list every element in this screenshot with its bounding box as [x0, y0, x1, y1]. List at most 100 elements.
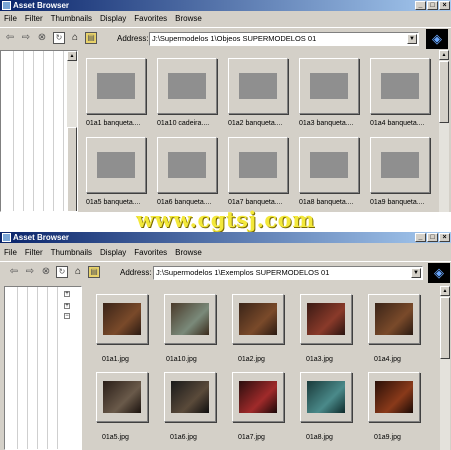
thumbnail-label: 01a9 banqueta.... [370, 199, 425, 206]
folder-icon[interactable]: ▤ [88, 266, 100, 278]
menu-browse[interactable]: Browse [175, 248, 202, 257]
thumbnail-label: 01a4.jpg [374, 356, 401, 363]
tree-collapse-icon[interactable]: − [64, 313, 70, 319]
address-field[interactable]: J:\Supermodelos 1\Exemplos SUPERMODELOS … [153, 266, 423, 280]
thumbnail-image [239, 303, 277, 335]
thumbnail-image [171, 303, 209, 335]
grid-scrollbar[interactable]: ▲ [440, 286, 450, 450]
menu-thumbnails[interactable]: Thumbnails [51, 248, 92, 257]
close-button[interactable]: × [439, 233, 450, 242]
thumbnail-label: 01a2.jpg [238, 356, 265, 363]
thumbnail-image [381, 73, 419, 99]
scroll-up-icon[interactable]: ▲ [67, 51, 77, 61]
close-button[interactable]: × [439, 1, 450, 10]
home-icon[interactable]: ⌂ [72, 266, 84, 278]
folder-icon[interactable]: ▤ [85, 32, 97, 44]
thumbnail-label: 01a2 banqueta.... [228, 120, 283, 127]
thumbnail-label: 01a3.jpg [306, 356, 333, 363]
forward-arrow-icon[interactable]: ⇨ [20, 32, 32, 44]
minimize-button[interactable]: _ [415, 233, 426, 242]
3d-cube-icon[interactable]: ◈ [426, 29, 448, 49]
tree-expand-icon[interactable]: + [64, 291, 70, 297]
thumbnail-image [375, 303, 413, 335]
back-arrow-icon[interactable]: ⇦ [4, 32, 16, 44]
thumbnail-image [239, 381, 277, 413]
thumbnail-image [310, 152, 348, 178]
forward-arrow-icon[interactable]: ⇨ [24, 266, 36, 278]
home-icon[interactable]: ⌂ [69, 32, 81, 44]
folder-tree[interactable]: + + − [4, 286, 82, 450]
refresh-icon[interactable]: ↻ [56, 266, 68, 278]
menu-display[interactable]: Display [100, 248, 126, 257]
menu-bar: File Filter Thumbnails Display Favorites… [0, 246, 451, 258]
thumbnail-image [307, 381, 345, 413]
menu-favorites[interactable]: Favorites [134, 248, 167, 257]
menu-browse[interactable]: Browse [175, 14, 202, 23]
app-icon [2, 1, 11, 10]
menu-file[interactable]: File [4, 248, 17, 257]
asset-browser-window-bottom: Asset Browser _ □ × File Filter Thumbnai… [0, 232, 451, 450]
minimize-button[interactable]: _ [415, 1, 426, 10]
folder-tree[interactable]: ▲ [0, 50, 78, 212]
scroll-up-icon[interactable]: ▲ [440, 286, 450, 296]
thumbnail-image [103, 381, 141, 413]
address-label: Address: [117, 34, 149, 43]
chevron-down-icon[interactable]: ▼ [407, 34, 417, 44]
address-label: Address: [120, 268, 152, 277]
thumbnail-label: 01a10 cadeira.... [157, 120, 210, 127]
thumbnail-image [381, 152, 419, 178]
thumbnail-label: 01a1.jpg [102, 356, 129, 363]
grid-scrollbar[interactable]: ▲ [439, 50, 449, 212]
menu-bar: File Filter Thumbnails Display Favorites… [0, 12, 451, 24]
title-bar[interactable]: Asset Browser _ □ × [0, 232, 451, 243]
menu-display[interactable]: Display [100, 14, 126, 23]
thumbnail-image [307, 303, 345, 335]
thumbnail-label: 01a9.jpg [374, 434, 401, 441]
tree-scrollbar[interactable]: ▲ [67, 51, 77, 211]
address-field[interactable]: J:\Supermodelos 1\Objeos SUPERMODELOS 01… [149, 32, 419, 46]
thumbnail-label: 01a3 banqueta.... [299, 120, 354, 127]
thumbnail-label: 01a7 banqueta.... [228, 199, 283, 206]
scroll-thumb[interactable] [67, 127, 77, 211]
thumbnail-label: 01a8 banqueta.... [299, 199, 354, 206]
window-title: Asset Browser [13, 233, 70, 242]
toolbar: ⇦ ⇨ ⊗ ↻ ⌂ ▤ Address: J:\Supermodelos 1\E… [0, 261, 451, 283]
3d-cube-icon[interactable]: ◈ [428, 263, 450, 283]
thumbnail-label: 01a6 banqueta.... [157, 199, 212, 206]
thumbnail-label: 01a1 banqueta.... [86, 120, 141, 127]
thumbnail-label: 01a6.jpg [170, 434, 197, 441]
address-value: J:\Supermodelos 1\Objeos SUPERMODELOS 01 [152, 34, 317, 43]
menu-filter[interactable]: Filter [25, 14, 43, 23]
address-value: J:\Supermodelos 1\Exemplos SUPERMODELOS … [156, 268, 330, 277]
menu-thumbnails[interactable]: Thumbnails [51, 14, 92, 23]
window-title: Asset Browser [13, 1, 70, 10]
menu-filter[interactable]: Filter [25, 248, 43, 257]
maximize-button[interactable]: □ [427, 233, 438, 242]
thumbnail-label: 01a8.jpg [306, 434, 333, 441]
menu-file[interactable]: File [4, 14, 17, 23]
scroll-up-icon[interactable]: ▲ [439, 50, 449, 60]
menu-favorites[interactable]: Favorites [134, 14, 167, 23]
maximize-button[interactable]: □ [427, 1, 438, 10]
thumbnail-image [97, 152, 135, 178]
chevron-down-icon[interactable]: ▼ [411, 268, 421, 278]
asset-browser-window-top: Asset Browser _ □ × File Filter Thumbnai… [0, 0, 451, 212]
scroll-thumb[interactable] [440, 297, 450, 359]
thumbnail-image [239, 152, 277, 178]
title-bar[interactable]: Asset Browser _ □ × [0, 0, 451, 11]
stop-icon[interactable]: ⊗ [40, 266, 52, 278]
thumbnail-image [310, 73, 348, 99]
thumbnail-label: 01a7.jpg [238, 434, 265, 441]
thumbnail-image [171, 381, 209, 413]
thumbnail-image [168, 152, 206, 178]
toolbar: ⇦ ⇨ ⊗ ↻ ⌂ ▤ Address: J:\Supermodelos 1\O… [0, 27, 451, 49]
thumbnail-grid: 01a1 banqueta.... 01a10 cadeira.... 01a2… [80, 50, 438, 212]
thumbnail-label: 01a4 banqueta.... [370, 120, 425, 127]
back-arrow-icon[interactable]: ⇦ [8, 266, 20, 278]
refresh-icon[interactable]: ↻ [53, 32, 65, 44]
thumbnail-image [168, 73, 206, 99]
scroll-thumb[interactable] [439, 61, 449, 123]
tree-expand-icon[interactable]: + [64, 303, 70, 309]
thumbnail-grid: 01a1.jpg 01a10.jpg 01a2.jpg 01a3.jpg 01a… [84, 286, 440, 450]
stop-icon[interactable]: ⊗ [36, 32, 48, 44]
